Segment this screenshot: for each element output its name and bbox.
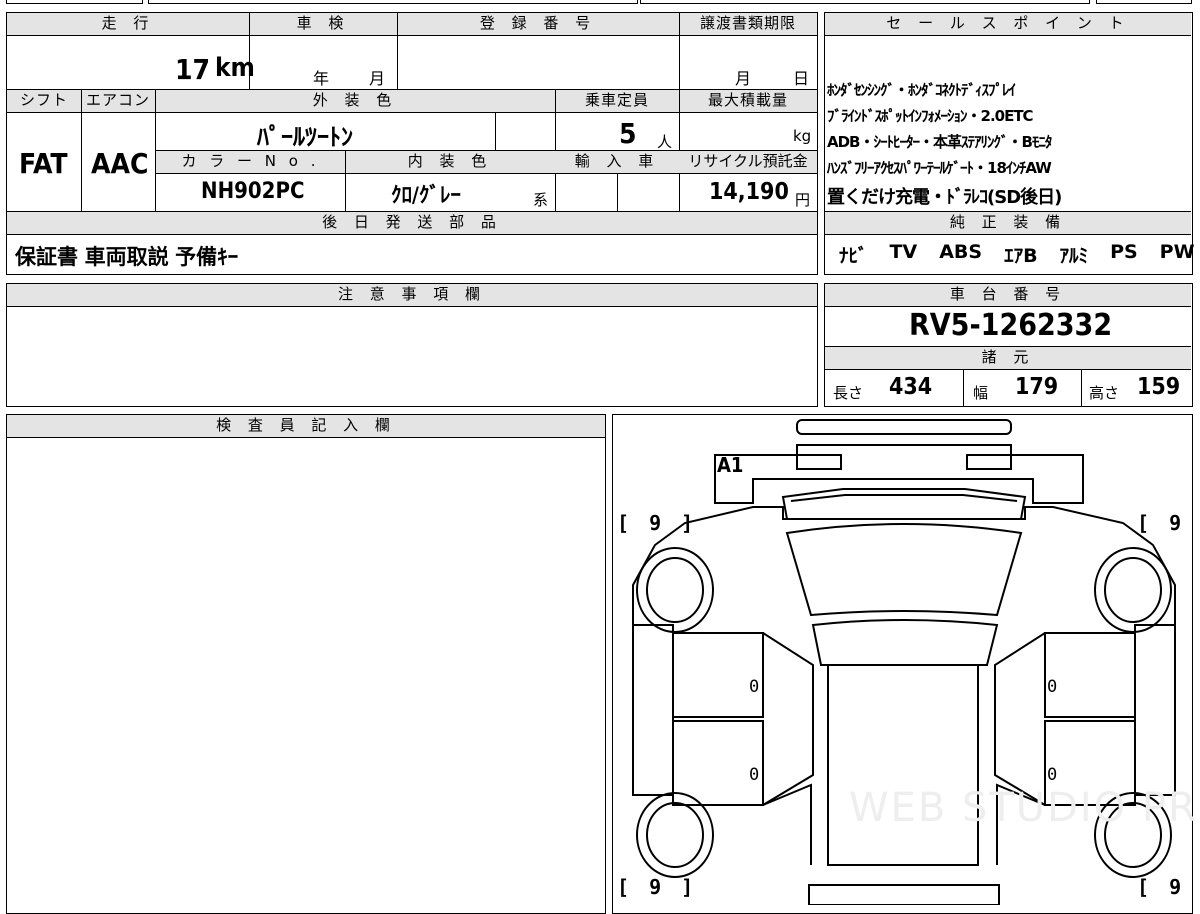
aircon-value: AAC <box>91 147 149 180</box>
mileage-unit: km <box>215 53 255 83</box>
inspector-box: 検 査 員 記 入 欄 <box>6 414 606 914</box>
equipment-item: PS <box>1110 241 1138 263</box>
top-strip-left <box>6 0 143 4</box>
width-value: 179 <box>1015 374 1059 400</box>
tire-tread-front-right: [ 9 ] <box>1137 511 1200 535</box>
car-diagram-box: WEB STUDIO PRO A1 [ 9 ] [ 9 ] [ 9 ] [ 9 … <box>612 414 1200 914</box>
front-bumper <box>796 419 1012 435</box>
notes-header: 注 意 事 項 欄 <box>7 284 817 306</box>
rear-bumper-stub <box>808 884 1000 905</box>
shift-value: FAT <box>19 147 68 180</box>
headlight-left <box>796 454 842 470</box>
interior-color-value: ｸﾛ/ｸﾞﾚｰ <box>391 183 461 207</box>
equipment-item: TV <box>889 241 918 263</box>
door-mark-front-right: 0 <box>1047 677 1058 697</box>
header-recycle: リサイクル預託金 <box>679 151 817 173</box>
inspection-year: 年 <box>313 69 330 88</box>
sales-point-line-1: ﾎﾝﾀﾞｾﾝｼﾝｸﾞ・ﾎﾝﾀﾞｺﾈｸﾄﾃﾞｨｽﾌﾟﾚｲ <box>827 81 1016 99</box>
inspection-month: 月 <box>369 69 386 88</box>
specs-header: 諸 元 <box>825 347 1191 369</box>
roof <box>811 619 999 666</box>
deadline-day: 日 <box>793 69 810 88</box>
recycle-value: 14,190 <box>709 179 789 205</box>
door-rear-left-panel <box>672 720 764 806</box>
sales-points-header: セ ー ル ス ポ イ ン ト <box>825 13 1191 35</box>
capacity-unit: 人 <box>657 133 673 151</box>
headlight-right <box>966 454 1012 470</box>
length-label: 長さ <box>833 384 864 402</box>
header-shift: シフト <box>7 90 81 112</box>
recycle-unit: 円 <box>795 191 811 209</box>
header-later-parts: 後 日 発 送 部 品 <box>7 212 817 234</box>
tire-tread-front-left: [ 9 ] <box>617 511 698 535</box>
top-strip-right <box>1096 0 1192 4</box>
equipment-item: ABS <box>939 241 983 263</box>
header-inspection: 車 検 <box>249 13 397 35</box>
header-mileage: 走 行 <box>7 13 249 35</box>
front-left-tire <box>636 547 714 633</box>
door-front-left-panel <box>672 632 764 718</box>
vehicle-info-table: 走 行 車 検 登 録 番 号 譲渡書類期限 17 km 年 月 月 日 シフト… <box>6 12 818 275</box>
equipment-item: ｱﾙﾐ <box>1059 245 1089 267</box>
front-right-tire <box>1094 547 1172 633</box>
tire-tread-rear-left: [ 9 ] <box>617 875 698 899</box>
top-strip-mid <box>148 0 638 4</box>
equipment-list: ﾅﾋﾞ TV ABS ｴｱB ｱﾙﾐ PS PW <box>839 241 1195 268</box>
exterior-color-value: ﾊﾟｰﾙﾂｰﾄﾝ <box>257 123 353 151</box>
sales-point-line-5: 置くだけ充電・ﾄﾞﾗﾚｺ(SD後日) <box>827 187 1062 208</box>
windshield <box>785 523 1023 617</box>
notes-box: 注 意 事 項 欄 <box>6 283 818 407</box>
header-registration: 登 録 番 号 <box>397 13 679 35</box>
header-max-load: 最大積載量 <box>679 90 817 112</box>
length-value: 434 <box>889 374 933 400</box>
height-label: 高さ <box>1089 384 1120 402</box>
sales-points-box: セ ー ル ス ポ イ ン ト ﾎﾝﾀﾞｾﾝｼﾝｸﾞ・ﾎﾝﾀﾞｺﾈｸﾄﾃﾞｨｽﾌ… <box>824 12 1195 275</box>
cabin <box>827 664 979 866</box>
height-value: 159 <box>1137 374 1181 400</box>
grille <box>781 488 1027 520</box>
car-diagram <box>632 419 1176 905</box>
equipment-header: 純 正 装 備 <box>825 212 1191 234</box>
door-mark-rear-left: 0 <box>749 765 760 785</box>
max-load-unit: kg <box>793 127 812 145</box>
sales-point-line-3: ADB・ｼｰﾄﾋｰﾀｰ・本革ｽﾃｱﾘﾝｸﾞ・Bﾓﾆﾀ <box>827 133 1052 151</box>
watermark: WEB STUDIO PRO <box>849 785 1200 831</box>
header-import: 輸 入 車 <box>555 151 679 173</box>
top-strip-mid2 <box>640 0 1090 4</box>
header-interior-color: 内 装 色 <box>345 151 555 173</box>
sales-point-line-4: ﾊﾝｽﾞﾌﾘｰｱｸｾｽﾊﾟﾜｰﾃｰﾙｹﾞｰﾄ・18ｲﾝﾁAW <box>827 159 1052 177</box>
equipment-item: ﾅﾋﾞ <box>839 245 868 267</box>
chassis-header: 車 台 番 号 <box>825 284 1191 306</box>
deadline-month: 月 <box>735 69 752 88</box>
color-no-value: NH902PC <box>201 179 305 204</box>
chassis-number: RV5-1262332 <box>909 308 1113 343</box>
sales-point-line-2: ﾌﾞﾗｲﾝﾄﾞｽﾎﾟｯﾄｲﾝﾌｫﾒｰｼｮﾝ・2.0ETC <box>827 107 1034 125</box>
header-exterior-color: 外 装 色 <box>155 90 555 112</box>
equipment-item: PW <box>1159 241 1195 263</box>
chassis-box: 車 台 番 号 RV5-1262332 諸 元 長さ 434 幅 179 高さ … <box>824 283 1193 407</box>
inspector-header: 検 査 員 記 入 欄 <box>7 415 605 437</box>
damage-mark-a1: A1 <box>717 453 744 477</box>
header-color-no: カ ラ ー N o . <box>156 151 345 173</box>
header-capacity: 乗車定員 <box>555 90 679 112</box>
tire-tread-rear-right: [ 9 ] <box>1137 875 1200 899</box>
door-mark-front-left: 0 <box>749 677 760 697</box>
equipment-item: ｴｱB <box>1004 245 1038 267</box>
mileage-value: 17 <box>175 53 211 86</box>
header-transfer-deadline: 譲渡書類期限 <box>679 13 817 35</box>
door-front-right-panel <box>1044 632 1136 718</box>
interior-suffix: 系 <box>533 191 549 209</box>
later-parts-value: 保証書 車両取説 予備ｷｰ <box>15 245 239 269</box>
capacity-value: 5 <box>619 117 637 150</box>
width-label: 幅 <box>973 384 989 402</box>
header-aircon: エアコン <box>81 90 155 112</box>
door-mark-rear-right: 0 <box>1047 765 1058 785</box>
